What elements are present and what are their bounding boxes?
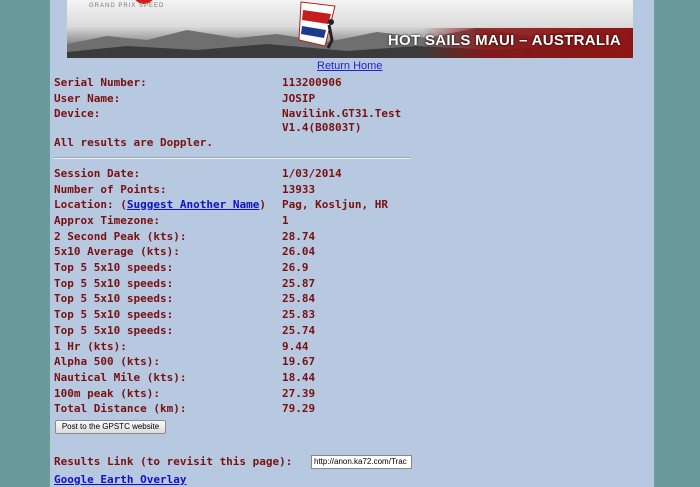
header-banner: GRAND PRIX SPEED HOT SAILS MAUI – AUSTRA… (67, 0, 633, 58)
stat-label: Top 5 5x10 speeds: (54, 324, 174, 337)
stat-label: 100m peak (kts): (54, 387, 160, 400)
stat-value: 27.39 (282, 387, 316, 400)
banner-tagline: HOT SAILS MAUI – AUSTRALIA (387, 32, 621, 49)
stat-label: Top 5 5x10 speeds: (54, 292, 174, 305)
stat-label: Total Distance (km): (54, 402, 187, 415)
user-value: JOSIP (282, 92, 316, 105)
location-label: Location: (Suggest Another Name) (54, 199, 266, 211)
return-home-link[interactable]: Return Home (317, 60, 382, 72)
timezone-value: 1 (282, 214, 289, 227)
serial-value: 113200906 (282, 76, 342, 89)
results-link-label: Results Link (to revisit this page): (54, 455, 293, 468)
stat-label: 1 Hr (kts): (54, 340, 127, 353)
stat-value: 19.67 (282, 355, 316, 368)
device-value-line2: V1.4(B0803T) (282, 121, 362, 134)
location-label-suffix: ) (259, 198, 266, 211)
stat-label: Alpha 500 (kts): (54, 355, 160, 368)
doppler-note: All results are Doppler. (54, 136, 213, 149)
results-link-field[interactable]: http://anon.ka72.com/Trac (311, 455, 412, 469)
user-label: User Name: (54, 92, 121, 105)
stat-value: 26.04 (282, 245, 316, 258)
page-content: GRAND PRIX SPEED HOT SAILS MAUI – AUSTRA… (50, 0, 654, 487)
serial-label: Serial Number: (54, 76, 147, 89)
stat-value: 25.87 (282, 277, 316, 290)
location-value: Pag, Kosljun, HR (282, 198, 388, 211)
session-date-label: Session Date: (54, 167, 141, 180)
device-label: Device: (54, 107, 101, 120)
stat-label: Top 5 5x10 speeds: (54, 308, 174, 321)
device-value-line1: Navilink.GT31.Test (282, 107, 402, 120)
google-earth-overlay-link[interactable]: Google Earth Overlay (54, 473, 186, 486)
post-to-gpstc-button[interactable]: Post to the GPSTC website (55, 420, 166, 434)
stat-value: 25.84 (282, 292, 316, 305)
stat-value: 18.44 (282, 371, 316, 384)
stat-value: 25.74 (282, 324, 316, 337)
stat-value: 26.9 (282, 261, 309, 274)
timezone-label: Approx Timezone: (54, 214, 160, 227)
stat-value: 79.29 (282, 402, 316, 415)
suggest-name-link[interactable]: Suggest Another Name (127, 198, 259, 211)
section-divider (54, 157, 410, 159)
windsurfer-image (298, 1, 336, 49)
session-date-value: 1/03/2014 (282, 167, 342, 180)
location-label-prefix: Location: ( (54, 198, 127, 211)
banner-logo-text: GRAND PRIX SPEED (89, 3, 165, 9)
points-value: 13933 (282, 183, 316, 196)
stat-label: 2 Second Peak (kts): (54, 230, 187, 243)
stat-label: Top 5 5x10 speeds: (54, 277, 174, 290)
stat-value: 28.74 (282, 230, 316, 243)
stat-label: Top 5 5x10 speeds: (54, 261, 174, 274)
stat-label: 5x10 Average (kts): (54, 245, 180, 258)
stat-value: 25.83 (282, 308, 316, 321)
stat-label: Nautical Mile (kts): (54, 371, 187, 384)
points-label: Number of Points: (54, 183, 167, 196)
stat-value: 9.44 (282, 340, 309, 353)
